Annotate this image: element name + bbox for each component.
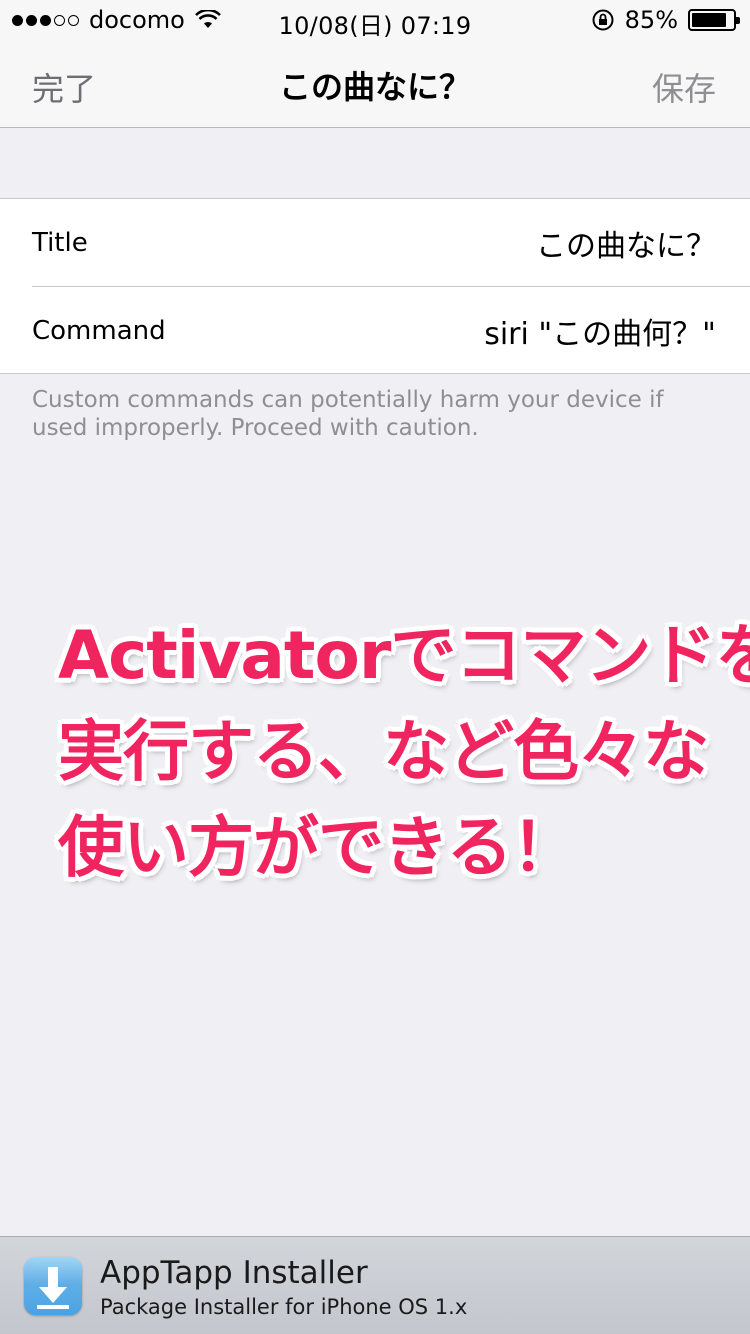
banner-subtitle: Package Installer for iPhone OS 1.x: [100, 1295, 468, 1319]
battery-percent: 85%: [624, 6, 678, 34]
app-icon-graphic: [24, 1267, 82, 1315]
page-title: この曲なに？: [278, 68, 471, 106]
download-arrow-icon: [24, 1257, 82, 1315]
battery-icon: [688, 9, 740, 31]
save-button[interactable]: 保存: [652, 64, 716, 110]
title-label: Title: [32, 228, 88, 258]
status-bar: docomo 10/08(日) 07:19 85%: [0, 0, 750, 40]
annotation-line: 使い方ができる！: [58, 809, 578, 886]
annotation-line: Activatorでコマンドを: [58, 617, 750, 694]
command-row[interactable]: Command siri "この曲何？": [32, 286, 750, 373]
annotation-overlay: Activatorでコマンドを 実行する、など色々な 使い方ができる！: [58, 608, 750, 896]
battery-fill: [692, 13, 726, 27]
banner-title: AppTapp Installer: [100, 1255, 368, 1291]
command-label: Command: [32, 316, 166, 346]
command-field[interactable]: siri "この曲何？": [484, 309, 716, 353]
title-field[interactable]: この曲なに？: [536, 221, 716, 265]
warning-footnote: Custom commands can potentially harm you…: [32, 387, 664, 441]
navigation-bar: 完了 この曲なに？ 保存: [0, 40, 750, 128]
annotation-line: 実行する、など色々な: [58, 713, 709, 790]
status-right: 85%: [591, 6, 740, 34]
title-row[interactable]: Title この曲なに？: [0, 199, 750, 286]
app-banner[interactable]: AppTapp Installer Package Installer for …: [0, 1236, 750, 1334]
command-form: Title この曲なに？ Command siri "この曲何？": [0, 198, 750, 374]
screen: docomo 10/08(日) 07:19 85% 完了 この曲なに？ 保存 T…: [0, 0, 750, 1334]
rotation-lock-icon: [592, 9, 614, 31]
